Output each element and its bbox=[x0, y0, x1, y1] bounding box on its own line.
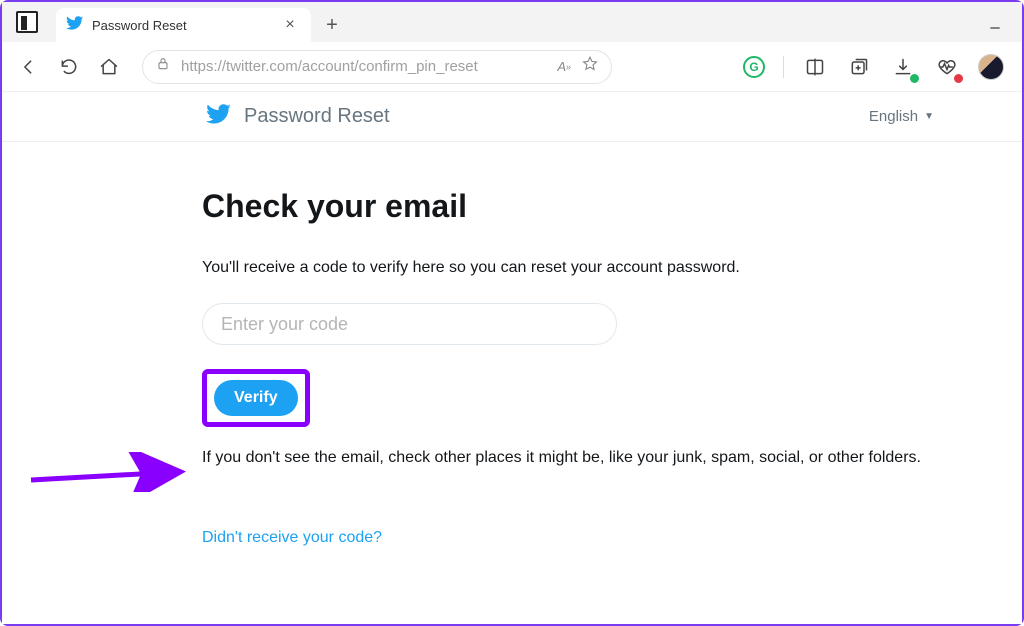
note-text: If you don't see the email, check other … bbox=[202, 447, 942, 469]
collections-icon[interactable] bbox=[846, 54, 872, 80]
code-input[interactable] bbox=[202, 303, 617, 345]
annotation-arrow bbox=[26, 452, 186, 512]
home-button[interactable] bbox=[96, 54, 122, 80]
refresh-button[interactable] bbox=[56, 54, 82, 80]
close-tab-icon[interactable]: × bbox=[279, 16, 301, 34]
address-bar[interactable]: https://twitter.com/account/confirm_pin_… bbox=[142, 50, 612, 84]
tab-strip: Password Reset × + bbox=[2, 2, 1022, 42]
new-tab-button[interactable]: + bbox=[317, 10, 347, 40]
main-content: Check your email You'll receive a code t… bbox=[2, 142, 1022, 624]
language-label: English bbox=[869, 108, 918, 125]
browser-tab[interactable]: Password Reset × bbox=[56, 8, 311, 42]
tab-manager-icon[interactable] bbox=[16, 11, 38, 33]
toolbar-right-icons: G bbox=[743, 54, 1008, 80]
alert-badge bbox=[953, 73, 964, 84]
download-complete-badge bbox=[909, 73, 920, 84]
minimize-window-button[interactable] bbox=[978, 14, 1012, 42]
downloads-icon[interactable] bbox=[890, 54, 916, 80]
language-selector[interactable]: English ▼ bbox=[869, 108, 934, 125]
page-title: Password Reset bbox=[244, 105, 390, 128]
lock-icon bbox=[155, 56, 171, 77]
annotation-highlight: Verify bbox=[202, 369, 310, 427]
heading: Check your email bbox=[202, 188, 1022, 225]
twitter-bird-icon bbox=[66, 14, 84, 37]
twitter-bird-icon bbox=[206, 101, 232, 132]
chevron-down-icon: ▼ bbox=[924, 111, 934, 122]
tab-title: Password Reset bbox=[92, 18, 271, 33]
reader-mode-icon[interactable]: A» bbox=[557, 59, 571, 74]
back-button[interactable] bbox=[16, 54, 42, 80]
resend-code-link[interactable]: Didn't receive your code? bbox=[202, 529, 382, 546]
split-screen-icon[interactable] bbox=[802, 54, 828, 80]
browser-toolbar: https://twitter.com/account/confirm_pin_… bbox=[2, 42, 1022, 92]
favorite-icon[interactable] bbox=[581, 55, 599, 78]
lead-text: You'll receive a code to verify here so … bbox=[202, 259, 1022, 277]
divider bbox=[783, 56, 784, 78]
verify-button[interactable]: Verify bbox=[214, 380, 298, 416]
browser-window: Password Reset × + https://twitter.com/a… bbox=[0, 0, 1024, 626]
url-text: https://twitter.com/account/confirm_pin_… bbox=[181, 58, 547, 75]
performance-icon[interactable] bbox=[934, 54, 960, 80]
page-header: Password Reset English ▼ bbox=[2, 92, 1022, 142]
grammarly-icon[interactable]: G bbox=[743, 56, 765, 78]
profile-avatar[interactable] bbox=[978, 54, 1004, 80]
